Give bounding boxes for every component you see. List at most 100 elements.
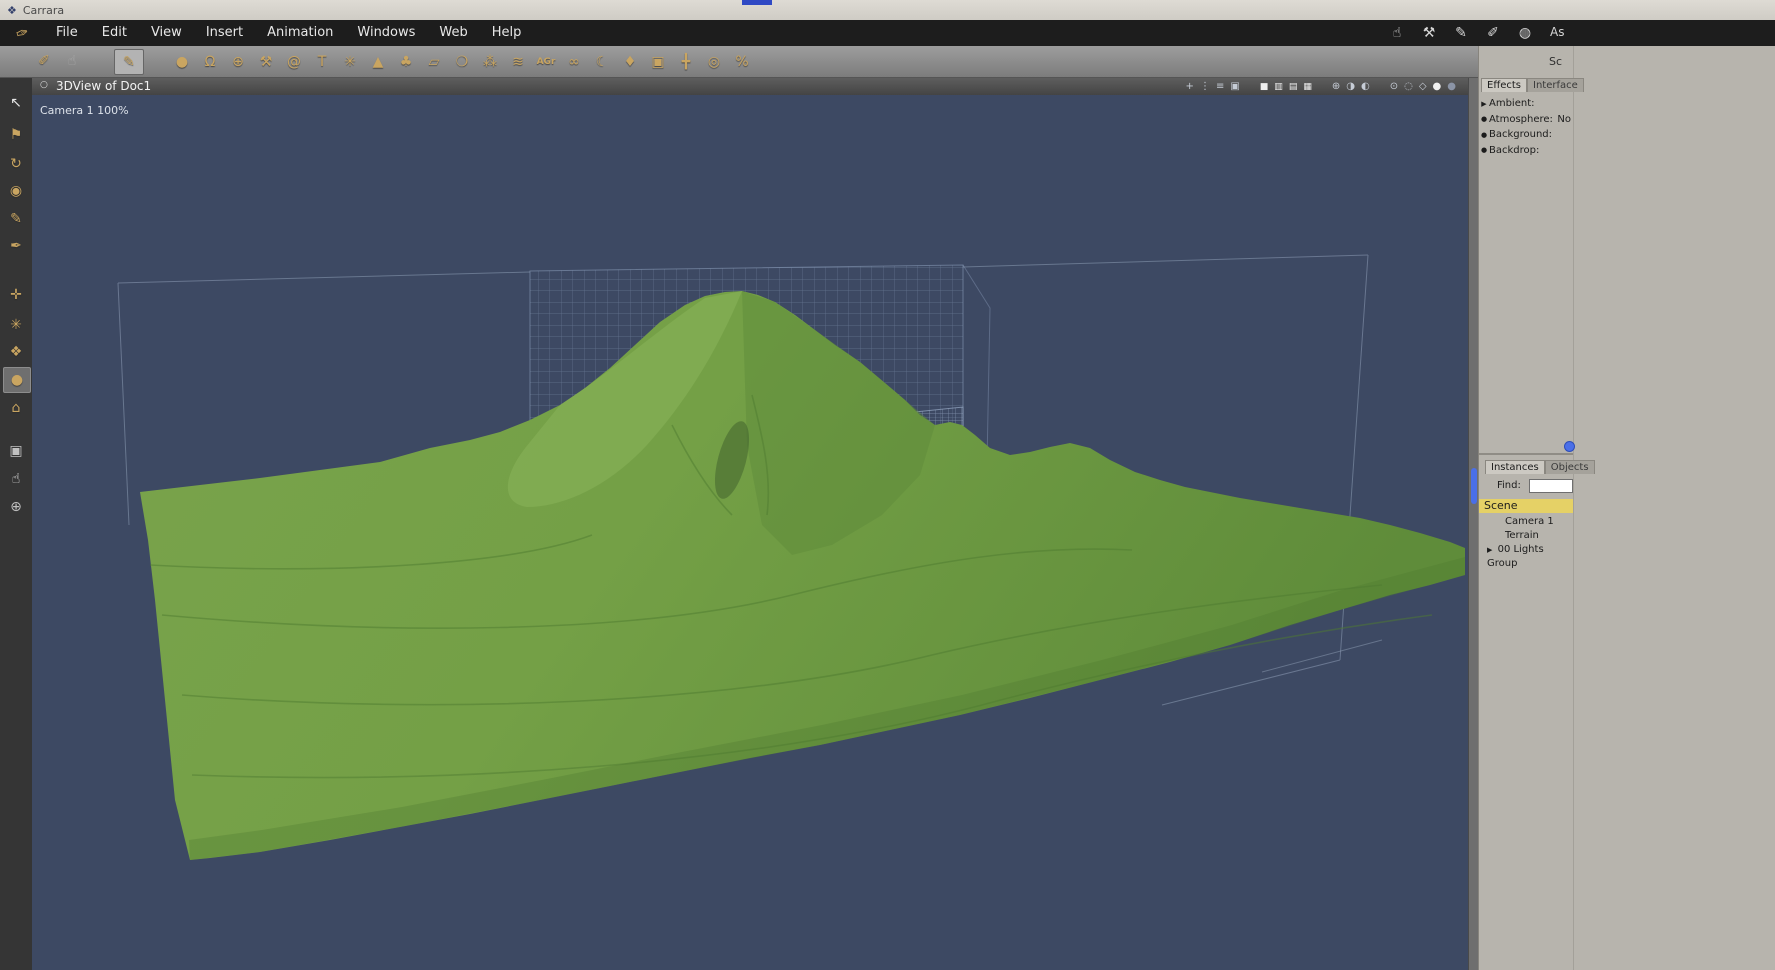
scene-root-row[interactable]: Scene (1479, 499, 1573, 513)
property-backdrop[interactable]: ● Backdrop: (1479, 143, 1573, 159)
camera-icon[interactable]: ▣ (1230, 81, 1239, 92)
aspect-ratio-icon[interactable]: ⋮ (1200, 81, 1210, 92)
camera-tool-icon[interactable]: ▣ (644, 50, 672, 74)
spline-tool-icon[interactable]: ⚒ (252, 50, 280, 74)
target-tool-icon[interactable]: ◎ (700, 50, 728, 74)
property-ambient[interactable]: ▶ Ambient: (1479, 96, 1573, 112)
terrain-tool-icon[interactable]: ▲ (364, 50, 392, 74)
metaball-tool-icon[interactable]: ∞ (560, 50, 588, 74)
plane-tool-icon[interactable]: ▱ (420, 50, 448, 74)
ghost-hand-icon[interactable]: ☝ (58, 49, 86, 73)
window-title: Carrara (22, 3, 65, 17)
divider-knob-icon[interactable] (1564, 441, 1575, 452)
expand-arrow-icon[interactable]: ▶ (1479, 100, 1489, 108)
carrara-brand-icon: ✑ (13, 22, 32, 44)
white-sphere-icon[interactable]: ● (1433, 81, 1442, 92)
tab-objects[interactable]: Objects (1544, 460, 1595, 474)
axes-tool-icon[interactable]: ╋ (672, 50, 700, 74)
menu-animation[interactable]: Animation (255, 20, 345, 46)
layout-four-icon[interactable]: ▦ (1303, 82, 1312, 92)
smooth-shade-icon[interactable]: ◐ (1361, 81, 1370, 92)
flat-shade-icon[interactable]: ◑ (1346, 81, 1355, 92)
tree-item-label: Camera 1 (1505, 516, 1554, 527)
splitter-handle-icon[interactable] (1471, 468, 1477, 504)
tab-instances[interactable]: Instances (1485, 460, 1545, 474)
pen-tool-icon[interactable]: ✎ (3, 207, 29, 231)
camera-mode-icon[interactable]: ▣ (3, 439, 29, 463)
layout-two-icon[interactable]: ▥ (1274, 82, 1283, 92)
menu-web[interactable]: Web (427, 20, 479, 46)
find-row: Find: (1479, 479, 1573, 494)
dark-sphere-icon[interactable]: ● (1447, 81, 1456, 92)
tab-effects[interactable]: Effects (1481, 78, 1527, 92)
paint-brush-icon[interactable]: ✎ (114, 48, 144, 75)
left-toolbar: ↖ ⚑ ↻ ◉ ✎ ✒ ✛ ✳ ❖ ● ⌂ ▣ ☝ ⊕ (0, 78, 33, 970)
storyboard-pen-icon[interactable]: ✎ (1452, 25, 1470, 41)
vertical-object-tool-icon[interactable]: Ω (196, 50, 224, 74)
pan-hand-icon[interactable]: ☝ (3, 467, 29, 491)
layout-three-icon[interactable]: ▤ (1289, 82, 1298, 92)
zoom-tool-icon[interactable]: ⊕ (3, 495, 29, 519)
tree-item-lights-group[interactable]: ▶ 00 Lights Group (1479, 543, 1573, 569)
render-sphere-icon[interactable]: ◍ (1516, 25, 1534, 41)
eye-sphere-icon[interactable]: ◉ (3, 179, 29, 203)
paint-flag-icon[interactable]: ⚑ (3, 123, 29, 147)
tree-item-terrain[interactable]: Terrain (1479, 529, 1573, 543)
plane-mode-icon[interactable]: ⌂ (3, 396, 29, 420)
property-background[interactable]: ● Background: (1479, 127, 1573, 143)
tree-item-label: 00 Lights Group (1487, 544, 1544, 569)
expand-arrow-icon[interactable]: ▶ (1487, 546, 1492, 554)
geodesic-tool-icon[interactable]: ⊕ (224, 50, 252, 74)
dotted-circle-icon[interactable]: ◌ (1404, 81, 1413, 92)
find-input[interactable] (1529, 479, 1573, 493)
menu-help[interactable]: Help (480, 20, 534, 46)
production-frame-icon[interactable]: + (1186, 81, 1194, 92)
agr-tool-icon[interactable]: AGr (532, 50, 560, 74)
bullet-icon: ● (1480, 115, 1488, 124)
rotate-tool-icon[interactable]: ✳ (3, 313, 29, 337)
sphere-mode-icon[interactable]: ● (3, 367, 31, 393)
spiral-tool-icon[interactable]: @ (280, 50, 308, 74)
property-label: Backdrop: (1489, 144, 1540, 156)
assemble-hand-icon[interactable]: ☝ (1388, 25, 1406, 41)
sphere-tool-icon[interactable]: ● (168, 50, 196, 74)
tray-column-edge (1573, 46, 1574, 970)
viewport-3d[interactable]: Camera 1 100% (32, 95, 1468, 970)
shell-tool-icon[interactable]: ☾ (588, 50, 616, 74)
cloud-tool-icon[interactable]: ≋ (504, 50, 532, 74)
bounding-box-icon[interactable]: ◇ (1419, 81, 1427, 92)
rotate-ring-icon[interactable]: ↻ (3, 152, 29, 176)
property-value: No (1557, 113, 1571, 125)
scale-tool-icon[interactable]: ❖ (3, 340, 29, 364)
wireframe-sphere-icon[interactable]: ⊕ (1332, 81, 1340, 92)
tray-header: Sc (1549, 55, 1563, 68)
rotate-view-icon[interactable]: ⊙ (1390, 81, 1398, 92)
select-arrow-icon[interactable]: ↖ (3, 91, 29, 115)
menu-file[interactable]: File (44, 20, 90, 46)
property-atmosphere[interactable]: ● Atmosphere: No (1479, 112, 1573, 128)
tab-interface[interactable]: Interface (1527, 78, 1584, 92)
tree-item-camera-1[interactable]: Camera 1 (1479, 515, 1573, 529)
ocean-tool-icon[interactable]: ❍ (448, 50, 476, 74)
menu-edit[interactable]: Edit (90, 20, 139, 46)
wireframe-knife-icon[interactable]: ✐ (30, 49, 58, 73)
screw-tool-icon[interactable]: ✒ (3, 234, 29, 258)
menu-windows[interactable]: Windows (345, 20, 427, 46)
viewport-canvas[interactable] (32, 95, 1468, 970)
viewport-collapse-icon[interactable]: ○ (40, 80, 48, 90)
rock-tool-icon[interactable]: ⁂ (476, 50, 504, 74)
move-tool-icon[interactable]: ✛ (3, 283, 29, 307)
menu-insert[interactable]: Insert (194, 20, 255, 46)
particle-tool-icon[interactable]: ✳ (336, 50, 364, 74)
menu-view[interactable]: View (139, 20, 194, 46)
model-wrench-icon[interactable]: ⚒ (1420, 25, 1438, 41)
plant-tool-icon[interactable]: ♣ (392, 50, 420, 74)
property-label: Ambient: (1489, 98, 1535, 110)
room-label: As (1550, 25, 1565, 39)
layout-single-icon[interactable]: ■ (1260, 82, 1269, 92)
ruler-icon[interactable]: ≡ (1216, 81, 1224, 92)
bone-tool-icon[interactable]: % (728, 50, 756, 74)
text-tool-icon[interactable]: T (308, 50, 336, 74)
texture-knife-icon[interactable]: ✐ (1484, 25, 1502, 41)
cone-tool-icon[interactable]: ♦ (616, 50, 644, 74)
